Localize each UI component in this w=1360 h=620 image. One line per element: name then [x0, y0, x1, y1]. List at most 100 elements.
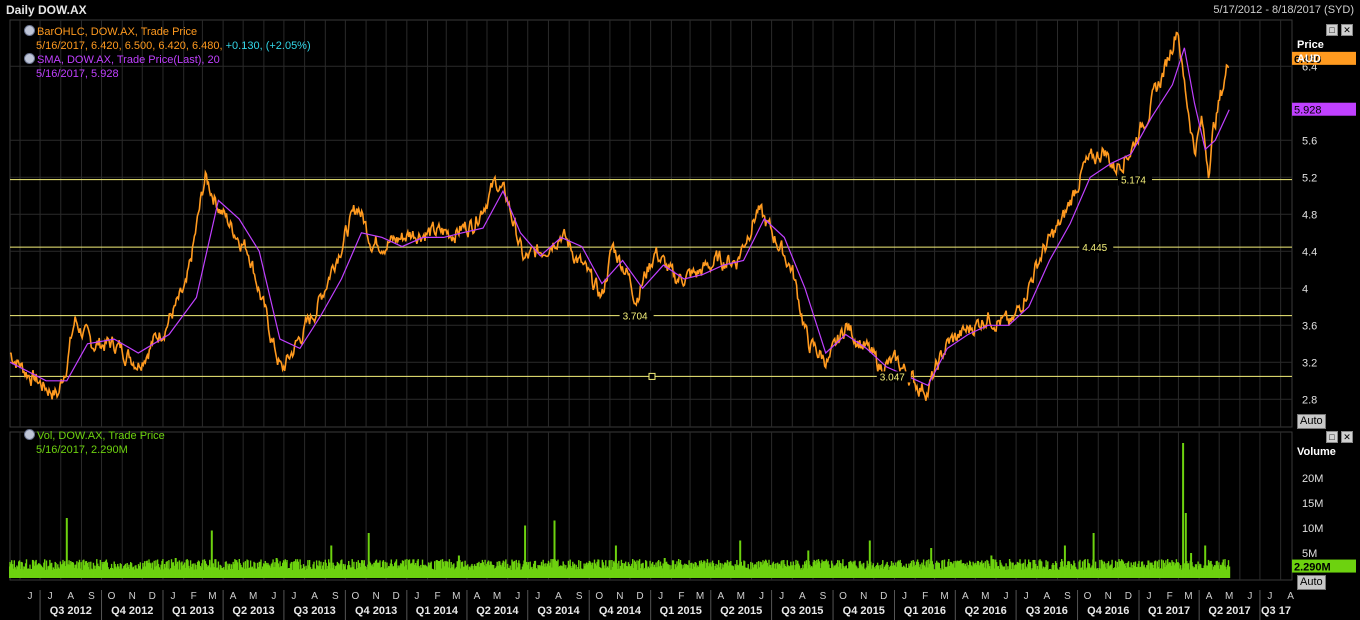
date-range: 5/17/2012 - 8/18/2017 (SYD)	[1213, 4, 1354, 16]
quarter-tick-label: Q3 2016	[1026, 605, 1068, 617]
month-tick-label: J	[902, 591, 907, 602]
month-tick-label: J	[1267, 591, 1272, 602]
sma-legend-label: SMA, DOW.AX, Trade Price(Last), 20	[37, 54, 220, 66]
month-tick-label: J	[48, 591, 53, 602]
month-tick-label: D	[1125, 591, 1132, 602]
month-tick-label: M	[249, 591, 257, 602]
quarter-tick-label: Q1 2014	[416, 605, 459, 617]
quarter-tick-label: Q2 2014	[476, 605, 519, 617]
legend-toggle-icon[interactable]	[24, 25, 35, 36]
month-tick-label: D	[149, 591, 156, 602]
month-tick-label: A	[67, 591, 74, 602]
month-tick-label: N	[1105, 591, 1112, 602]
sma-price-tag-label: 5.928	[1294, 105, 1322, 117]
month-tick-label: M	[493, 591, 501, 602]
volume-tick-label: 20M	[1302, 473, 1323, 485]
volume-legend[interactable]: Vol, DOW.AX, Trade Price 5/16/2017, 2.29…	[24, 429, 165, 457]
sma-legend-title: SMA, DOW.AX, Trade Price(Last), 20	[24, 53, 311, 67]
close-price-panel-icon[interactable]: ✕	[1341, 24, 1353, 36]
reference-line-label: 3.704	[623, 312, 648, 323]
volume-tick-label: 15M	[1302, 498, 1323, 510]
volume-axis-label: Volume	[1297, 446, 1336, 458]
maximize-volume-panel-icon[interactable]: □	[1326, 431, 1338, 443]
month-tick-label: O	[108, 591, 116, 602]
volume-axis-header: Volume	[1297, 445, 1336, 459]
quarter-tick-label: Q1 2013	[172, 605, 214, 617]
maximize-price-panel-icon[interactable]: □	[1326, 24, 1338, 36]
month-tick-label: D	[636, 591, 643, 602]
reference-line-label: 5.174	[1121, 176, 1146, 187]
month-tick-label: O	[351, 591, 359, 602]
sma-values: 5/16/2017, 5.928	[36, 68, 119, 80]
quarter-tick-label: Q4 2012	[111, 605, 153, 617]
quarter-tick-label: Q4 2013	[355, 605, 397, 617]
chart-canvas[interactable]: 2.83.23.644.44.85.25.66.4J J A S O N D J F M A M J J A…	[0, 0, 1360, 620]
ohlc-values: 5/16/2017, 6.420, 6.500, 6.420, 6.480,	[36, 40, 223, 52]
volume-tick-label: 5M	[1302, 548, 1317, 560]
month-tick-label: A	[717, 591, 724, 602]
month-tick-label: J	[1247, 591, 1252, 602]
volume-auto-scale-button[interactable]: Auto	[1297, 575, 1326, 590]
quarter-tick-label: Q3 2015	[781, 605, 823, 617]
month-tick-label: J	[1004, 591, 1009, 602]
price-tick-label: 3.2	[1302, 357, 1317, 369]
volume-tick-label: 10M	[1302, 523, 1323, 535]
vol-legend-label: Vol, DOW.AX, Trade Price	[37, 430, 165, 442]
vol-values: 5/16/2017, 2.290M	[36, 444, 128, 456]
vol-legend-title: Vol, DOW.AX, Trade Price	[24, 429, 165, 443]
month-tick-label: J	[759, 591, 764, 602]
quarter-tick-label: Q3 2013	[294, 605, 336, 617]
month-tick-label: M	[1184, 591, 1192, 602]
month-tick-label: J	[1024, 591, 1029, 602]
price-legend[interactable]: BarOHLC, DOW.AX, Trade Price 5/16/2017, …	[24, 25, 311, 81]
month-tick-label: N	[372, 591, 379, 602]
month-tick-label: M	[208, 591, 216, 602]
ohlc-legend-title: BarOHLC, DOW.AX, Trade Price	[24, 25, 311, 39]
month-tick-label: A	[230, 591, 237, 602]
month-tick-label: D	[392, 591, 399, 602]
month-tick-label: J	[271, 591, 276, 602]
month-tick-label: N	[860, 591, 867, 602]
quarter-tick-label: Q3 17	[1261, 605, 1291, 617]
month-tick-label: J	[28, 591, 33, 602]
chart-title: Daily DOW.AX	[6, 3, 87, 17]
quarter-tick-label: Q2 2016	[965, 605, 1007, 617]
month-tick-label: D	[880, 591, 887, 602]
ohlc-legend-label: BarOHLC, DOW.AX, Trade Price	[37, 26, 198, 38]
month-tick-label: M	[981, 591, 989, 602]
quarter-tick-label: Q3 2014	[537, 605, 580, 617]
quarter-tick-label: Q1 2015	[660, 605, 702, 617]
chart-window: 2.8 3.2 3.6 4 4.4 4.8 5.2 5.6 6.4 J J A S O N D J F M A M J J A…	[0, 0, 1360, 620]
ohlc-legend-values: 5/16/2017, 6.420, 6.500, 6.420, 6.480, +…	[24, 39, 311, 53]
month-tick-label: J	[779, 591, 784, 602]
price-tick-label: 4	[1302, 283, 1308, 295]
quarter-tick-label: Q2 2017	[1208, 605, 1250, 617]
month-tick-label: A	[474, 591, 481, 602]
month-tick-label: S	[820, 591, 827, 602]
month-tick-label: A	[1206, 591, 1213, 602]
quarter-tick-label: Q1 2016	[904, 605, 946, 617]
close-volume-panel-icon[interactable]: ✕	[1341, 431, 1353, 443]
month-tick-label: J	[535, 591, 540, 602]
month-tick-label: A	[1043, 591, 1050, 602]
legend-toggle-icon[interactable]	[24, 53, 35, 64]
price-auto-scale-button[interactable]: Auto	[1297, 414, 1326, 429]
month-tick-label: S	[576, 591, 583, 602]
price-axis-header: Price AUD	[1297, 38, 1324, 66]
month-tick-label: J	[414, 591, 419, 602]
month-tick-label: O	[1084, 591, 1092, 602]
month-tick-label: A	[311, 591, 318, 602]
price-tick-label: 5.2	[1302, 172, 1317, 184]
reference-line-label: 4.445	[1082, 243, 1107, 254]
month-tick-label: N	[616, 591, 623, 602]
month-tick-label: M	[940, 591, 948, 602]
price-tick-label: 3.6	[1302, 320, 1317, 332]
legend-toggle-icon[interactable]	[24, 429, 35, 440]
reference-line-handle	[648, 372, 656, 380]
quarter-tick-label: Q4 2016	[1087, 605, 1129, 617]
month-tick-label: M	[696, 591, 704, 602]
quarter-tick-label: Q1 2017	[1148, 605, 1190, 617]
price-tick-label: 4.4	[1302, 246, 1317, 258]
price-tick-label: 5.6	[1302, 135, 1317, 147]
quarter-tick-label: Q4 2014	[599, 605, 642, 617]
